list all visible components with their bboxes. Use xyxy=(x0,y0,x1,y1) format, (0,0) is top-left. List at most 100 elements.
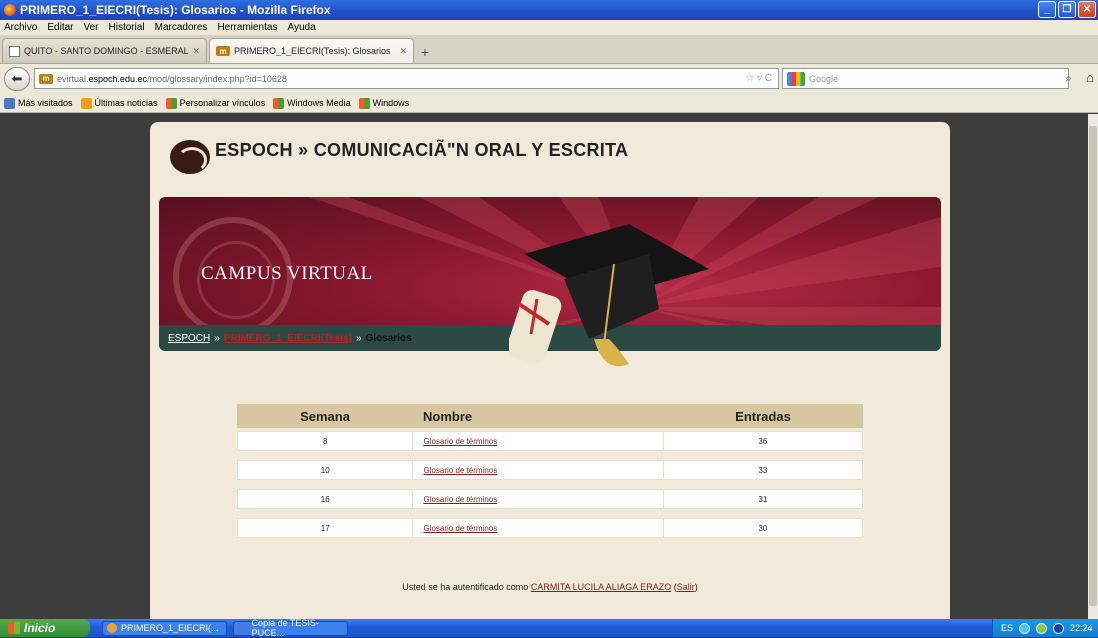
windows-icon xyxy=(358,97,370,109)
breadcrumb-course-link[interactable]: PRIMERO_1_EIECRI(Tesis) xyxy=(224,333,352,344)
system-tray: ES 22:24 xyxy=(992,619,1098,637)
menu-ver[interactable]: Ver xyxy=(83,22,98,33)
table-header: Semana Nombre Entradas xyxy=(237,404,863,428)
campus-virtual-label: CAMPUS VIRTUAL xyxy=(201,263,373,284)
glossary-link[interactable]: Glosario de términos xyxy=(423,466,497,475)
menu-ayuda[interactable]: Ayuda xyxy=(287,22,315,33)
taskbar-firefox[interactable]: PRIMERO_1_EIECRI(... xyxy=(102,620,227,636)
word-icon xyxy=(238,623,248,633)
table-row: 8 Glosario de términos 36 xyxy=(237,431,863,451)
start-button[interactable]: Inicio xyxy=(0,619,90,637)
tab-quito[interactable]: QUITO - SANTO DOMINGO - ESMERALDA... ✕ xyxy=(2,38,207,63)
taskbar: Inicio PRIMERO_1_EIECRI(... Copia de TES… xyxy=(0,618,1098,638)
language-indicator[interactable]: ES xyxy=(1001,623,1013,633)
bookmark-windows-media[interactable]: Windows Media xyxy=(273,97,351,109)
taskbar-word[interactable]: Copia de TESIS-PUCE... xyxy=(233,618,348,638)
graduation-cap-image xyxy=(509,224,709,367)
bookmark-ultimas-noticias[interactable]: Últimas noticias xyxy=(80,97,158,109)
site-favicon: m xyxy=(39,73,53,84)
window-titlebar: PRIMERO_1_EIECRI(Tesis): Glosarios - Moz… xyxy=(0,0,1098,20)
close-tab-icon[interactable]: ✕ xyxy=(399,46,407,57)
menu-editar[interactable]: Editar xyxy=(47,22,73,33)
url-host: espoch.edu.ec xyxy=(88,73,148,84)
menu-bar: Archivo Editar Ver Historial Marcadores … xyxy=(0,20,1098,35)
login-info: Usted se ha autentificado como CARMITA L… xyxy=(150,582,950,592)
bookmark-mas-visitados[interactable]: Más visitados xyxy=(4,97,73,109)
window-title: PRIMERO_1_EIECRI(Tesis): Glosarios - Moz… xyxy=(20,3,331,17)
moodle-icon: m xyxy=(216,46,230,56)
scrollbar-thumb[interactable] xyxy=(1089,126,1097,606)
espoch-logo[interactable] xyxy=(170,140,210,174)
home-icon[interactable]: ⌂ xyxy=(1086,70,1094,85)
back-button[interactable]: ⬅ xyxy=(4,67,30,91)
vertical-scrollbar[interactable] xyxy=(1088,114,1098,619)
table-row: 16 Glosario de términos 31 xyxy=(237,489,863,509)
logout-link[interactable]: Salir xyxy=(677,582,695,592)
windows-icon xyxy=(273,97,285,109)
url-path: /mod/glossary/index.php?id=10628 xyxy=(147,73,287,84)
page-icon xyxy=(9,45,20,57)
site-title: ESPOCH » COMUNICACIÃ"N ORAL Y ESCRITA xyxy=(215,140,629,160)
tab-bar: QUITO - SANTO DOMINGO - ESMERALDA... ✕ m… xyxy=(0,35,1098,64)
menu-historial[interactable]: Historial xyxy=(109,22,145,33)
page-container: ESPOCH » COMUNICACIÃ"N ORAL Y ESCRITA CA… xyxy=(150,122,950,619)
tray-icon[interactable] xyxy=(1019,622,1031,634)
breadcrumb-separator: » xyxy=(355,332,362,344)
breadcrumb-current: Glosarios xyxy=(365,332,412,344)
window-controls: _ ❐ ✕ xyxy=(1038,1,1096,18)
start-label: Inicio xyxy=(24,621,56,635)
cell-week: 8 xyxy=(238,432,414,450)
logout-paren-close: ) xyxy=(694,582,698,592)
user-profile-link[interactable]: CARMITA LUCILA ALIAGA ERAZO xyxy=(531,582,671,592)
search-box[interactable]: Google ⌕ xyxy=(782,68,1072,89)
close-window-button[interactable]: ✕ xyxy=(1078,1,1096,18)
windows-icon xyxy=(165,97,177,109)
firefox-icon xyxy=(4,4,16,16)
firefox-icon xyxy=(107,623,117,633)
tab-glosarios[interactable]: m PRIMERO_1_EIECRI(Tesis): Glosarios ✕ xyxy=(209,38,414,63)
glossary-link[interactable]: Glosario de términos xyxy=(423,437,497,446)
login-prefix: Usted se ha autentificado como xyxy=(402,582,529,592)
header-nombre: Nombre xyxy=(423,408,473,424)
menu-herramientas[interactable]: Herramientas xyxy=(217,22,277,33)
breadcrumb-separator: » xyxy=(214,332,220,344)
minimize-button[interactable]: _ xyxy=(1038,1,1056,18)
tab-label: PRIMERO_1_EIECRI(Tesis): Glosarios xyxy=(234,46,391,56)
search-placeholder: Google xyxy=(809,73,839,84)
bookmark-windows[interactable]: Windows xyxy=(358,97,409,109)
cell-week: 17 xyxy=(238,519,414,537)
url-prefix: evirtual. xyxy=(57,73,89,84)
glossary-link[interactable]: Glosario de términos xyxy=(423,495,497,504)
taskbar-item-label: PRIMERO_1_EIECRI(... xyxy=(121,623,219,633)
google-icon[interactable] xyxy=(787,71,805,86)
bookmark-personalizar[interactable]: Personalizar vínculos xyxy=(165,97,265,109)
tab-label: QUITO - SANTO DOMINGO - ESMERALDA... xyxy=(24,46,189,56)
table-row: 17 Glosario de términos 30 xyxy=(237,518,863,538)
taskbar-item-label: Copia de TESIS-PUCE... xyxy=(251,618,319,638)
new-tab-button[interactable]: + xyxy=(416,41,434,63)
glossary-link[interactable]: Glosario de términos xyxy=(423,524,497,533)
url-bar[interactable]: m evirtual.espoch.edu.ec/mod/glossary/in… xyxy=(34,68,779,89)
search-icon[interactable]: ⌕ xyxy=(1065,71,1072,86)
navigation-bar: ⬅ m evirtual.espoch.edu.ec/mod/glossary/… xyxy=(0,64,1098,94)
glossary-table: Semana Nombre Entradas 8 Glosario de tér… xyxy=(237,404,863,538)
cell-entries: 33 xyxy=(662,461,862,479)
maximize-button[interactable]: ❐ xyxy=(1058,1,1076,18)
header-semana: Semana xyxy=(300,408,350,424)
cell-week: 10 xyxy=(238,461,414,479)
tray-icon[interactable] xyxy=(1053,622,1065,634)
cell-entries: 30 xyxy=(662,519,862,537)
bookmark-star-icon[interactable]: ☆ ▿ C xyxy=(745,73,772,84)
menu-marcadores[interactable]: Marcadores xyxy=(155,22,208,33)
clock: 22:24 xyxy=(1070,623,1093,633)
cell-entries: 36 xyxy=(662,432,862,450)
tray-icon[interactable] xyxy=(1036,622,1048,634)
menu-archivo[interactable]: Archivo xyxy=(4,22,37,33)
bookmark-icon xyxy=(4,97,15,109)
rss-icon xyxy=(80,97,92,109)
table-row: 10 Glosario de términos 33 xyxy=(237,460,863,480)
close-tab-icon[interactable]: ✕ xyxy=(192,46,200,57)
page-viewport: ESPOCH » COMUNICACIÃ"N ORAL Y ESCRITA CA… xyxy=(0,114,1088,619)
breadcrumb-home-link[interactable]: ESPOCH xyxy=(168,333,210,344)
bookmarks-bar: Más visitados Últimas noticias Personali… xyxy=(0,94,1098,113)
